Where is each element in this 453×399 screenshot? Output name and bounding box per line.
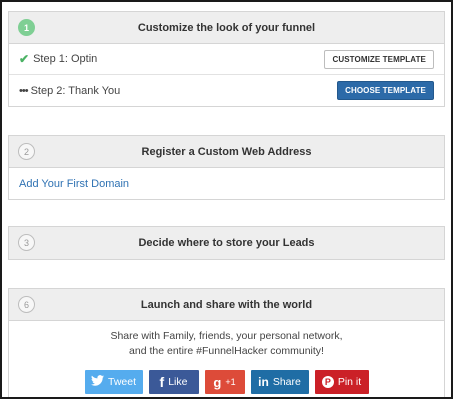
pinterest-icon: P bbox=[321, 376, 334, 388]
google-plus-button[interactable]: g +1 bbox=[204, 370, 245, 394]
step-number-badge: 1 bbox=[18, 19, 35, 36]
launch-share-panel: 6 Launch and share with the world Share … bbox=[8, 288, 445, 399]
panel-header[interactable]: 3 Decide where to store your Leads bbox=[9, 227, 444, 259]
pinterest-pin-button[interactable]: P Pin it bbox=[314, 370, 369, 394]
share-label: Share bbox=[272, 376, 301, 388]
panel-title: Decide where to store your Leads bbox=[138, 237, 315, 249]
panel-header: 2 Register a Custom Web Address bbox=[9, 136, 444, 168]
like-label: Like bbox=[168, 376, 188, 388]
pin-it-label: Pin it bbox=[337, 376, 362, 388]
customize-funnel-panel: 1 Customize the look of your funnel ✔ St… bbox=[8, 11, 445, 107]
step-number-badge: 6 bbox=[18, 296, 35, 313]
step-label: Step 1: Optin bbox=[33, 53, 98, 65]
panel-title: Customize the look of your funnel bbox=[137, 21, 316, 34]
step-number-badge: 2 bbox=[18, 143, 35, 160]
share-description: Share with Family, friends, your persona… bbox=[9, 321, 444, 359]
twitter-icon bbox=[90, 375, 104, 389]
linkedin-share-button[interactable]: in Share bbox=[250, 370, 309, 394]
facebook-icon: f bbox=[159, 374, 165, 390]
panel-header: 6 Launch and share with the world bbox=[9, 289, 444, 321]
choose-template-button[interactable]: CHOOSE TEMPLATE bbox=[337, 81, 434, 100]
share-text-line-2: and the entire #FunnelHacker community! bbox=[129, 345, 324, 357]
add-domain-link[interactable]: Add Your First Domain bbox=[19, 178, 129, 190]
google-plus-icon: g bbox=[213, 374, 222, 390]
step-label: Step 2: Thank You bbox=[30, 84, 121, 97]
facebook-like-button[interactable]: f Like bbox=[148, 370, 199, 394]
customize-template-button[interactable]: CUSTOMIZE TEMPLATE bbox=[324, 50, 434, 69]
panel-title: Launch and share with the world bbox=[140, 298, 313, 311]
domain-row: Add Your First Domain bbox=[9, 168, 444, 199]
plus-one-label: +1 bbox=[225, 377, 236, 387]
store-leads-panel[interactable]: 3 Decide where to store your Leads bbox=[8, 226, 445, 260]
custom-domain-panel: 2 Register a Custom Web Address Add Your… bbox=[8, 135, 445, 200]
step-row-thank-you: ••• Step 2: Thank You CHOOSE TEMPLATE bbox=[9, 75, 444, 106]
pending-dots-icon: ••• bbox=[19, 84, 29, 97]
tweet-label: Tweet bbox=[107, 376, 136, 388]
step-number-badge: 3 bbox=[18, 234, 35, 251]
linkedin-icon: in bbox=[258, 375, 269, 389]
step-row-optin: ✔ Step 1: Optin CUSTOMIZE TEMPLATE bbox=[9, 44, 444, 75]
share-buttons: Tweet f Like g +1 in Share P Pin it bbox=[9, 370, 444, 394]
checkmark-icon: ✔ bbox=[19, 52, 30, 66]
panel-title: Register a Custom Web Address bbox=[141, 145, 312, 158]
tweet-button[interactable]: Tweet bbox=[84, 370, 143, 394]
panel-header: 1 Customize the look of your funnel bbox=[9, 12, 444, 44]
share-text-line-1: Share with Family, friends, your persona… bbox=[110, 330, 343, 342]
